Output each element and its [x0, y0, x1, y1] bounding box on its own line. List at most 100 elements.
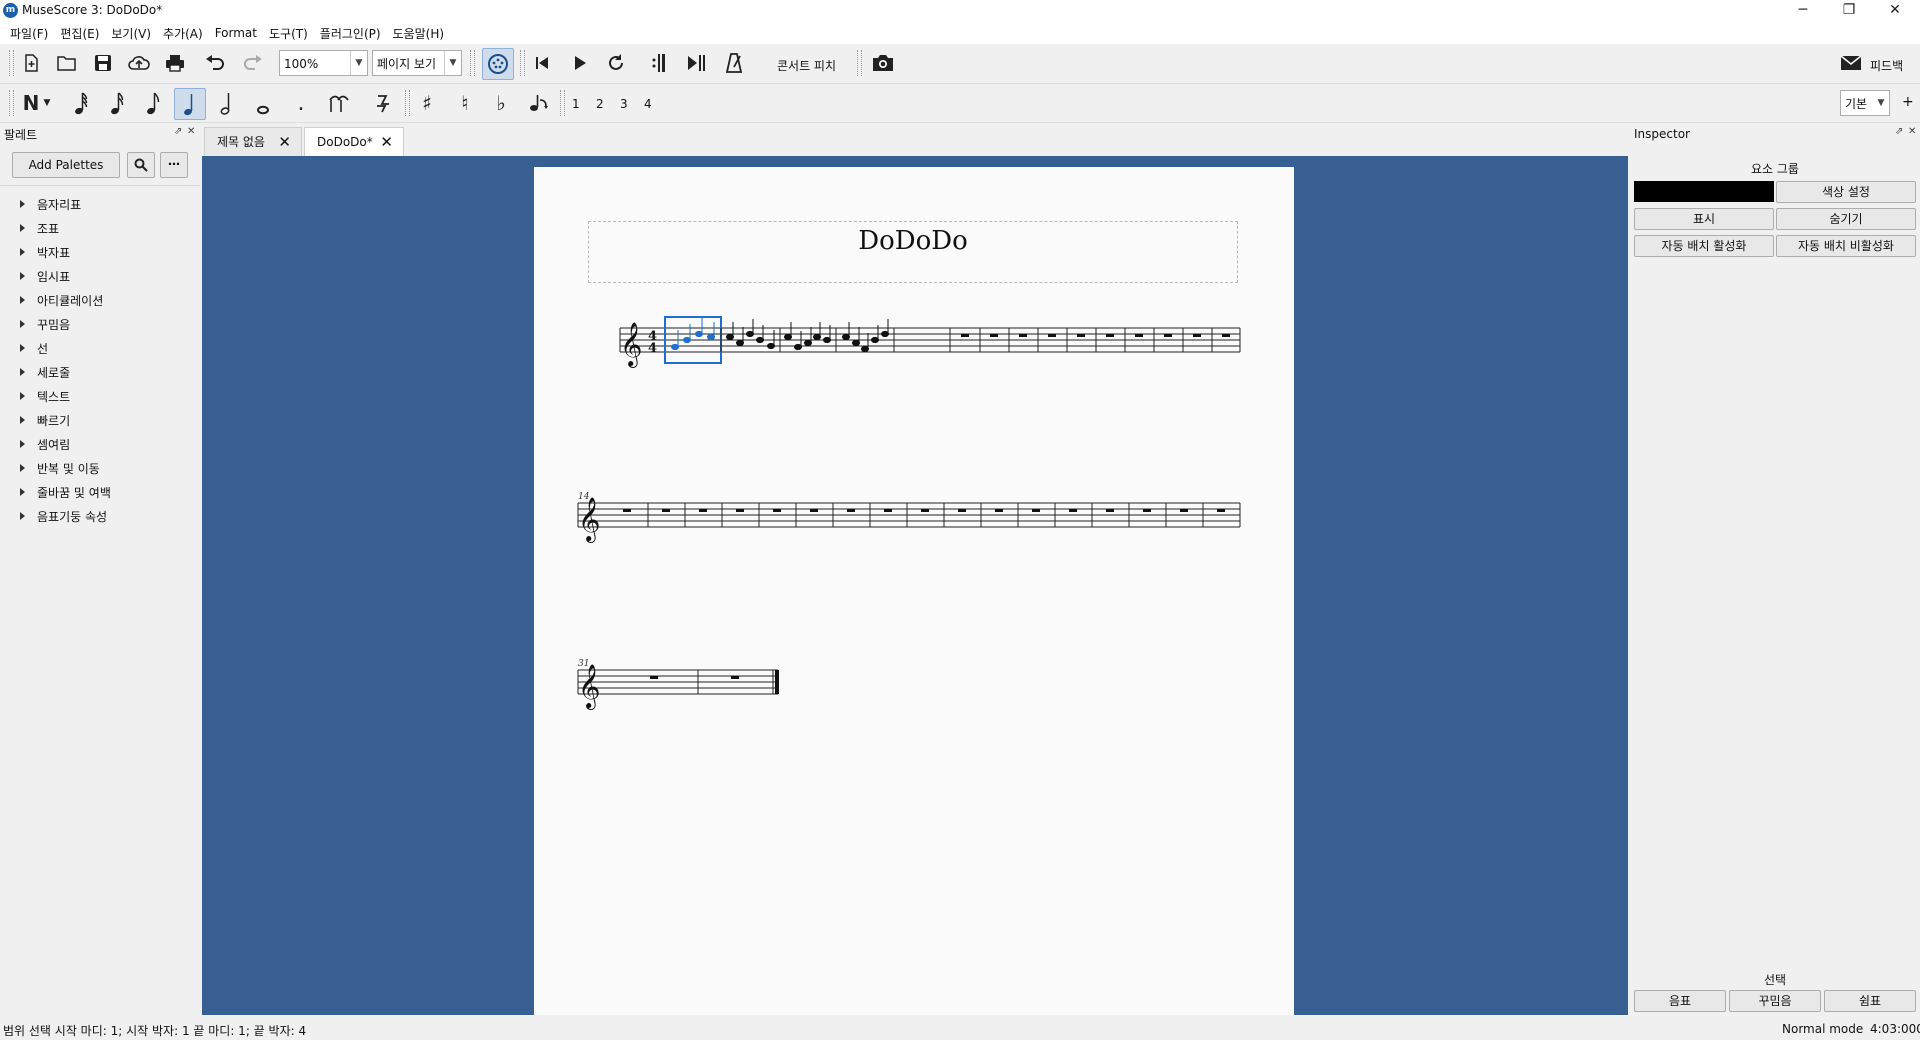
- add-palettes-button[interactable]: Add Palettes: [12, 152, 120, 178]
- flip-direction-icon[interactable]: [524, 88, 554, 118]
- palette-item-beam-properties[interactable]: 음표기둥 속성: [20, 508, 107, 525]
- menu-tools[interactable]: 도구(T): [263, 25, 314, 42]
- voice-2-button[interactable]: 2: [596, 97, 604, 111]
- tab-untitled[interactable]: 제목 없음 ✕: [204, 127, 302, 156]
- menu-view[interactable]: 보기(V): [105, 25, 157, 42]
- natural-icon[interactable]: ♮: [450, 88, 480, 118]
- zoom-select[interactable]: 100% ▼: [279, 50, 368, 76]
- notes-measures-2-4[interactable]: [726, 319, 889, 353]
- rest-icon[interactable]: [368, 88, 398, 118]
- toolbar-grip[interactable]: [9, 90, 14, 116]
- autoplace-on-button[interactable]: 자동 배치 활성화: [1634, 235, 1774, 257]
- flat-icon[interactable]: ♭: [486, 88, 516, 118]
- undo-icon[interactable]: [200, 48, 230, 78]
- close-icon[interactable]: ✕: [380, 128, 393, 156]
- toolbar-grip[interactable]: [520, 50, 525, 76]
- palette-item-articulations[interactable]: 아티큘레이션: [20, 292, 103, 309]
- voice-3-button[interactable]: 3: [620, 97, 628, 111]
- workspace-select[interactable]: 기본 ▼: [1840, 90, 1890, 116]
- undock-icon[interactable]: ⇗: [1895, 126, 1903, 137]
- feedback-mail-icon[interactable]: [1836, 48, 1866, 78]
- feedback-label[interactable]: 피드백: [1870, 57, 1903, 74]
- select-notes-button[interactable]: 음표: [1634, 990, 1726, 1012]
- select-rests-button[interactable]: 쉼표: [1824, 990, 1916, 1012]
- show-button[interactable]: 표시: [1634, 208, 1774, 230]
- toolbar-grip[interactable]: [9, 50, 14, 76]
- menu-plugins[interactable]: 플러그인(P): [314, 25, 387, 42]
- color-swatch[interactable]: [1634, 181, 1774, 202]
- final-barline[interactable]: [775, 670, 779, 694]
- menu-file[interactable]: 파일(F): [0, 25, 54, 42]
- palette-item-time-signatures[interactable]: 박자표: [20, 244, 70, 261]
- open-folder-icon[interactable]: [52, 48, 82, 78]
- print-icon[interactable]: [160, 48, 190, 78]
- close-icon[interactable]: ✕: [1908, 126, 1916, 137]
- redo-icon[interactable]: [238, 48, 268, 78]
- menu-format[interactable]: Format: [209, 26, 263, 40]
- staff-system-3[interactable]: 31 𝄞: [577, 659, 779, 710]
- palette-item-repeats-jumps[interactable]: 반복 및 이동: [20, 460, 100, 477]
- autoplace-off-button[interactable]: 자동 배치 비활성화: [1776, 235, 1916, 257]
- close-window-button[interactable]: ✕: [1872, 0, 1918, 22]
- staff-system-2[interactable]: 14 𝄞: [577, 492, 1241, 543]
- search-palettes-button[interactable]: [127, 152, 155, 178]
- 16th-note-icon[interactable]: [138, 88, 168, 118]
- select-grace-notes-button[interactable]: 꾸밈음: [1729, 990, 1821, 1012]
- 64th-note-icon[interactable]: [66, 88, 96, 118]
- menu-help[interactable]: 도움말(H): [387, 25, 451, 42]
- toolbar-grip[interactable]: [405, 90, 410, 116]
- palette-item-lines[interactable]: 선: [20, 340, 48, 357]
- 32nd-note-icon[interactable]: [102, 88, 132, 118]
- view-mode-select[interactable]: 페이지 보기 ▼: [372, 50, 462, 76]
- save-icon[interactable]: [88, 48, 118, 78]
- palette-item-dynamics[interactable]: 셈여림: [20, 436, 70, 453]
- upload-cloud-icon[interactable]: [124, 48, 154, 78]
- palette-more-button[interactable]: ⋯: [160, 152, 188, 178]
- play-repeats-icon[interactable]: [643, 48, 673, 78]
- tab-dododo[interactable]: DoDoDo* ✕: [304, 127, 404, 156]
- quarter-note-icon[interactable]: [174, 88, 206, 120]
- palette-item-breaks-spacers[interactable]: 줄바꿈 및 여백: [20, 484, 111, 501]
- palette-item-accidentals[interactable]: 임시표: [20, 268, 70, 285]
- palette-item-key-signatures[interactable]: 조표: [20, 220, 59, 237]
- menu-edit[interactable]: 편집(E): [54, 25, 105, 42]
- add-workspace-button[interactable]: +: [1902, 94, 1914, 110]
- palette-item-ornaments[interactable]: 꾸밈음: [20, 316, 70, 333]
- undock-icon[interactable]: ⇗: [174, 126, 182, 137]
- voice-4-button[interactable]: 4: [644, 97, 652, 111]
- staff-system-1[interactable]: 𝄞 4 4: [619, 316, 1241, 368]
- voice-1-button[interactable]: 1: [572, 97, 580, 111]
- toolbar-grip[interactable]: [470, 50, 475, 76]
- toolbar-grip[interactable]: [560, 90, 565, 116]
- hide-button[interactable]: 숨기기: [1776, 208, 1916, 230]
- whole-note-icon[interactable]: [248, 88, 278, 118]
- half-note-icon[interactable]: [212, 88, 242, 118]
- new-score-icon[interactable]: [16, 48, 46, 78]
- set-color-button[interactable]: 색상 설정: [1776, 181, 1916, 203]
- close-icon[interactable]: ✕: [278, 128, 291, 156]
- palette-item-clefs[interactable]: 음자리표: [20, 196, 81, 213]
- pan-score-icon[interactable]: [681, 48, 711, 78]
- restore-button[interactable]: ❐: [1826, 0, 1872, 22]
- score-page[interactable]: DoDoDo 𝄞 𝄞 4 4: [534, 167, 1294, 1015]
- score-canvas[interactable]: DoDoDo 𝄞 𝄞 4 4: [202, 156, 1628, 1015]
- concert-pitch-button[interactable]: 콘서트 피치: [777, 57, 836, 74]
- treble-clef-icon[interactable]: 𝄞: [578, 664, 600, 710]
- menu-add[interactable]: 추가(A): [157, 25, 209, 42]
- treble-clef-icon[interactable]: 𝄞: [578, 497, 600, 543]
- palette-item-tempo[interactable]: 빠르기: [20, 412, 70, 429]
- toolbar-grip[interactable]: [857, 50, 862, 76]
- minimize-button[interactable]: ─: [1780, 0, 1826, 22]
- treble-clef-icon[interactable]: 𝄞: [620, 322, 642, 368]
- camera-icon[interactable]: [868, 48, 898, 78]
- score-notation[interactable]: 𝄞 𝄞 4 4: [534, 167, 1294, 1015]
- sharp-icon[interactable]: ♯: [412, 88, 442, 118]
- chevron-down-icon[interactable]: ▼: [40, 88, 54, 118]
- dot-icon[interactable]: .: [286, 88, 316, 118]
- rewind-icon[interactable]: [527, 48, 557, 78]
- midi-input-icon[interactable]: [482, 48, 514, 80]
- loop-icon[interactable]: [601, 48, 631, 78]
- metronome-icon[interactable]: [719, 48, 749, 78]
- close-icon[interactable]: ✕: [187, 126, 195, 137]
- palette-item-barlines[interactable]: 세로줄: [20, 364, 70, 381]
